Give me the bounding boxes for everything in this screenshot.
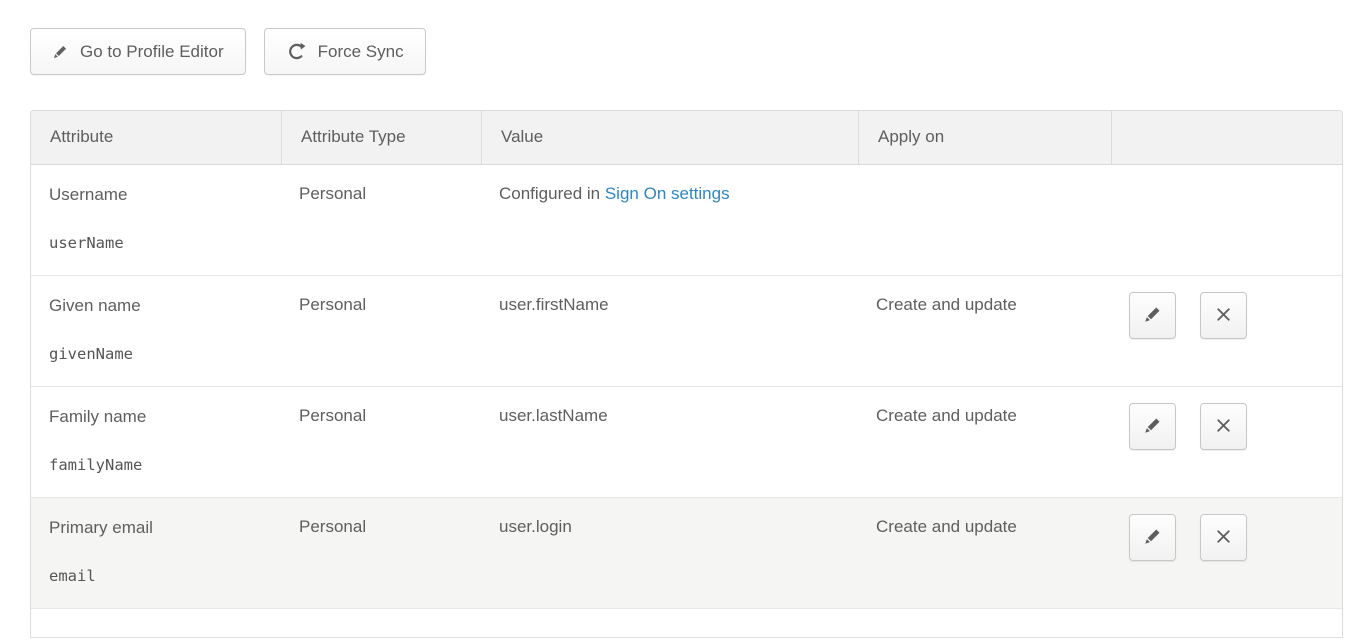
go-to-profile-editor-label: Go to Profile Editor (80, 42, 224, 62)
value-cell: user.login (481, 498, 858, 608)
attribute-label: Given name (49, 295, 271, 317)
force-sync-label: Force Sync (318, 42, 404, 62)
sign-on-settings-link[interactable]: Sign On settings (605, 184, 730, 203)
close-icon (1213, 526, 1234, 550)
header-actions (1111, 111, 1342, 164)
refresh-icon (286, 41, 307, 62)
close-icon (1213, 415, 1234, 439)
value-cell: user.lastName (481, 387, 858, 497)
go-to-profile-editor-button[interactable]: Go to Profile Editor (30, 28, 246, 75)
pencil-icon (1143, 526, 1163, 549)
pencil-icon (1143, 304, 1163, 327)
attribute-type-cell: Personal (281, 498, 481, 608)
attribute-mappings-screen: Go to Profile Editor Force Sync Attribut… (0, 0, 1370, 644)
actions-cell (1111, 165, 1342, 275)
header-value: Value (481, 111, 858, 164)
attribute-label: Username (49, 184, 271, 206)
apply-on-cell: Create and update (858, 276, 1111, 386)
attribute-type-cell: Personal (281, 387, 481, 497)
attribute-label: Primary email (49, 517, 271, 539)
table-row-partial (31, 609, 1342, 638)
value-text: Configured in (499, 184, 605, 203)
close-icon (1213, 304, 1234, 328)
attribute-cell: Family name familyName (31, 387, 281, 497)
attribute-cell: Primary email email (31, 498, 281, 608)
apply-on-cell: Create and update (858, 387, 1111, 497)
actions-cell (1111, 387, 1342, 497)
attribute-mapping-table: Attribute Attribute Type Value Apply on … (30, 110, 1343, 638)
table-row-given-name: Given name givenName Personal user.first… (31, 276, 1342, 387)
table-header-row: Attribute Attribute Type Value Apply on (31, 111, 1342, 165)
attribute-variable: familyName (49, 456, 271, 474)
apply-on-cell: Create and update (858, 498, 1111, 608)
table-row-family-name: Family name familyName Personal user.las… (31, 387, 1342, 498)
delete-attribute-button[interactable] (1200, 403, 1247, 450)
attribute-label: Family name (49, 406, 271, 428)
edit-attribute-button[interactable] (1129, 514, 1176, 561)
toolbar: Go to Profile Editor Force Sync (30, 28, 426, 75)
attribute-cell: Given name givenName (31, 276, 281, 386)
edit-attribute-button[interactable] (1129, 403, 1176, 450)
attribute-variable: userName (49, 234, 271, 252)
pencil-icon (1143, 415, 1163, 438)
force-sync-button[interactable]: Force Sync (264, 28, 426, 75)
attribute-variable: email (49, 567, 271, 585)
value-cell: user.firstName (481, 276, 858, 386)
table-row-username: Username userName Personal Configured in… (31, 165, 1342, 276)
edit-attribute-button[interactable] (1129, 292, 1176, 339)
delete-attribute-button[interactable] (1200, 514, 1247, 561)
actions-cell (1111, 276, 1342, 386)
attribute-cell: Username userName (31, 165, 281, 275)
apply-on-cell (858, 165, 1111, 275)
delete-attribute-button[interactable] (1200, 292, 1247, 339)
header-attribute-type: Attribute Type (281, 111, 481, 164)
attribute-variable: givenName (49, 345, 271, 363)
attribute-type-cell: Personal (281, 276, 481, 386)
actions-cell (1111, 498, 1342, 608)
value-cell: Configured in Sign On settings (481, 165, 858, 275)
table-row-primary-email: Primary email email Personal user.login … (31, 498, 1342, 609)
header-apply-on: Apply on (858, 111, 1111, 164)
header-attribute: Attribute (31, 111, 281, 164)
pencil-icon (52, 43, 69, 60)
attribute-type-cell: Personal (281, 165, 481, 275)
